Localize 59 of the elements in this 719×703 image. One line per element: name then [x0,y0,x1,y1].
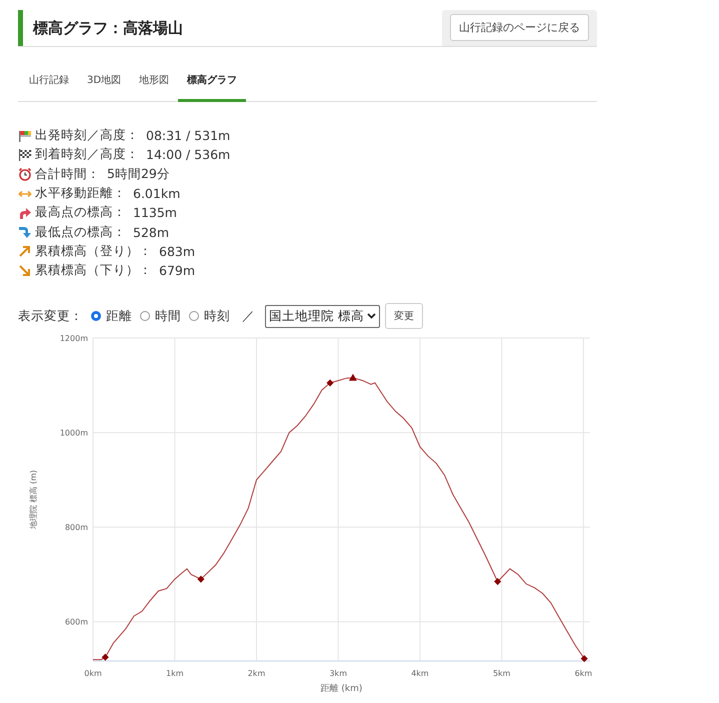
x-tick-label: 0km [84,669,102,678]
separator-text: ／ [242,308,255,325]
alarm-clock-icon [18,167,32,182]
y-tick-label: 600m [64,618,88,628]
stat-label: 合計時間： [35,166,100,183]
apply-button[interactable]: 変更 [384,303,423,330]
chevron-icon [366,313,376,320]
radio-button[interactable] [91,311,101,322]
x-tick-label: 3km [329,669,347,678]
x-tick-label: 2km [248,669,266,678]
stat-value: 08:31 / 531m [146,128,230,144]
stat-value: 14:00 / 536m [146,147,230,162]
stat-label: 累積標高（登り）： [35,242,152,260]
down-right-arrow-icon [18,264,32,278]
triangle-marker [348,374,357,382]
radio-button[interactable] [140,311,150,322]
tab[interactable]: 山行記録 [20,67,78,102]
y-tick-label: 1000m [60,428,88,438]
stat-label: 水平移動距離： [35,185,126,202]
stat-label: 累積標高（下り）： [35,262,152,280]
stat-label: 出発時刻／高度： [35,127,139,144]
back-button[interactable]: 山行記録のページに戻る [450,14,589,41]
y-tick-label: 1200m [60,334,88,344]
x-axis-title: 距離 (km) [320,684,362,694]
checkered-flag-icon [18,148,32,162]
diamond-marker [580,655,588,663]
radio-button[interactable] [189,311,199,322]
radio-label[interactable]: 時刻 [204,308,230,325]
stat-value: 1135m [133,205,177,220]
diamond-marker [326,380,334,387]
x-tick-label: 4km [411,669,429,678]
y-tick-label: 800m [64,524,88,533]
up-right-arrow-icon [18,244,32,258]
stat-label: 最高点の標高： [35,204,126,222]
radio-label[interactable]: 時間 [155,308,181,325]
tab[interactable]: 3D地図 [78,67,130,102]
x-tick-label: 6km [574,669,592,678]
stat-label: 最低点の標高： [35,224,126,241]
y-axis-title: 地理院 標高 (m) [29,470,38,530]
curved-down-arrow-icon [18,225,32,240]
stat-label: 到着時刻／高度： [35,146,139,164]
diamond-marker [494,578,502,586]
stat-value: 683m [159,244,196,259]
x-tick-label: 1km [166,669,184,678]
stat-value: 5時間29分 [107,166,170,183]
stat-value: 6.01km [133,186,180,202]
x-tick-label: 5km [492,669,510,678]
tab[interactable]: 地形図 [130,67,178,102]
curved-up-arrow-icon [18,206,32,220]
flag-icon [18,128,32,143]
page-title: 標高グラフ：高落場山 [18,10,183,46]
diamond-marker [102,654,109,662]
radio-label[interactable]: 距離 [106,308,132,325]
stat-value: 679m [159,263,196,278]
diamond-marker [197,576,204,584]
tab[interactable]: 標高グラフ [178,67,246,102]
source-select[interactable]: 国土地理院 標高 [265,304,380,328]
stat-value: 528m [133,224,170,240]
display-label: 表示変更： [18,308,83,325]
